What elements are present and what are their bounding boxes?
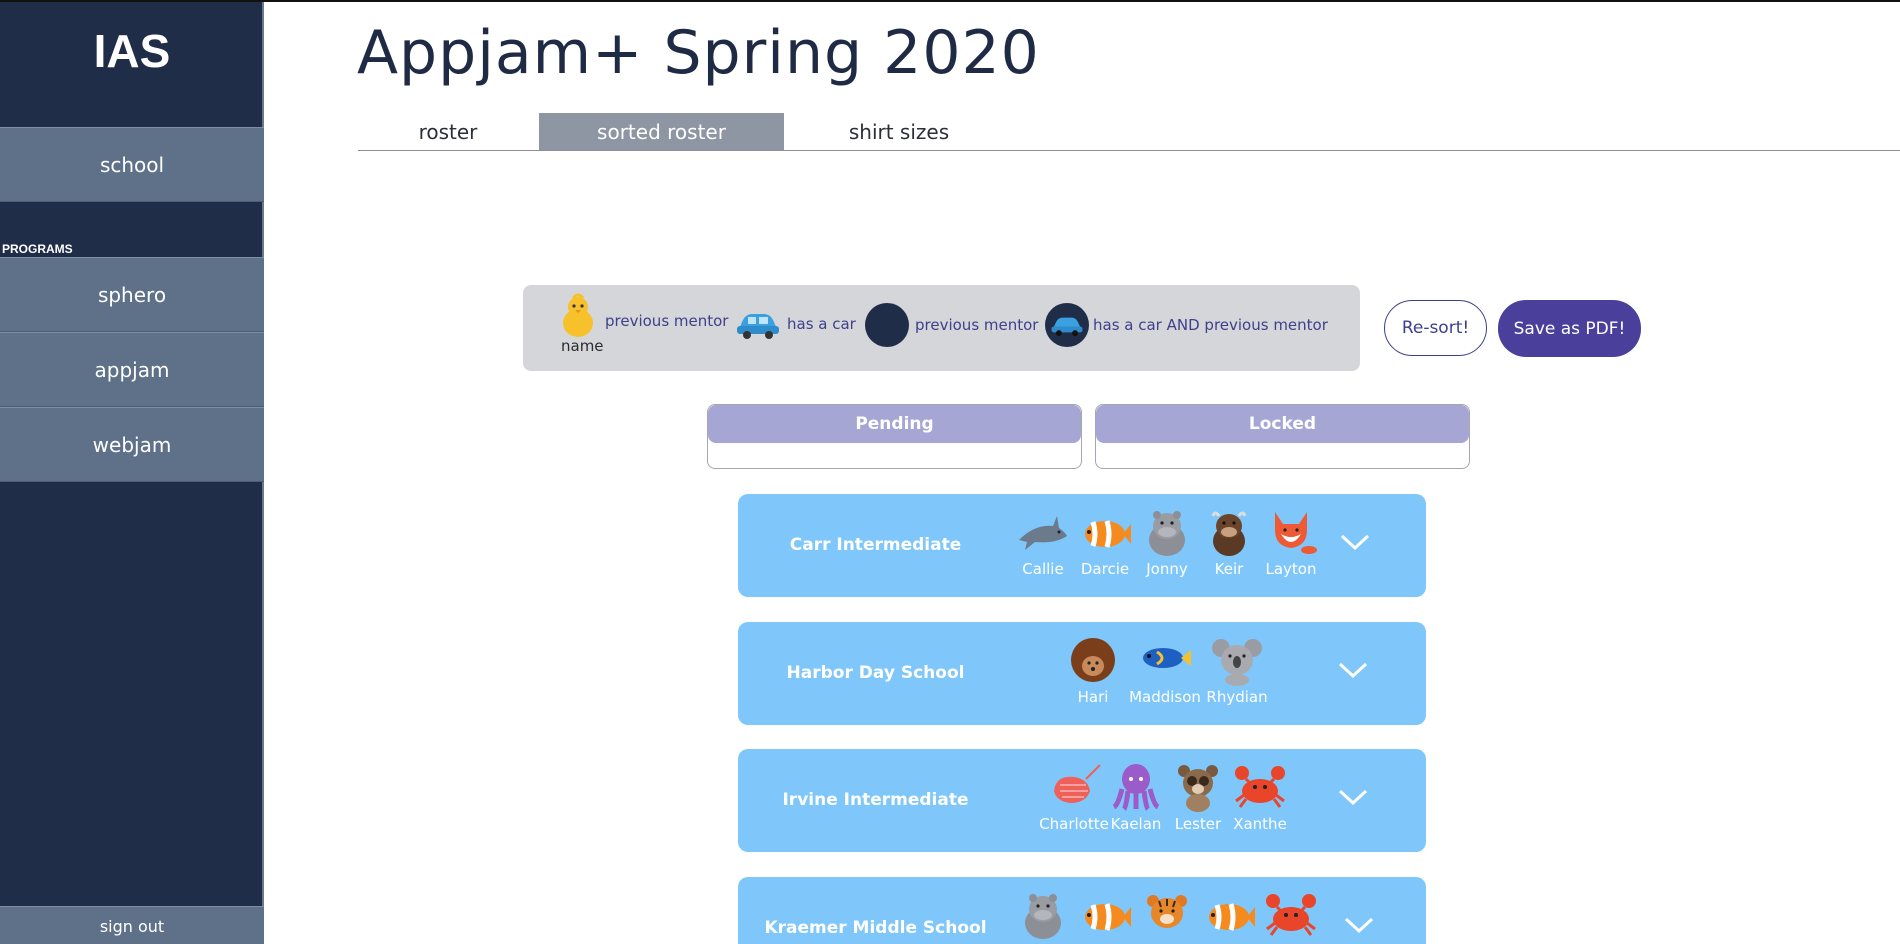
legend-has-car: has a car — [735, 309, 856, 339]
student-name: Xanthe — [1233, 815, 1287, 833]
hippo-icon — [1025, 894, 1061, 939]
student-name: Darcie — [1080, 560, 1130, 578]
chevron-down-icon[interactable] — [1344, 915, 1374, 935]
save-pdf-button[interactable]: Save as PDF! — [1498, 300, 1641, 357]
tab-sorted-roster[interactable]: sorted roster — [539, 113, 784, 150]
sidebar: IAS school PROGRAMS sphero appjam webjam… — [0, 2, 264, 944]
hedgehog-icon — [1071, 638, 1115, 682]
student-item[interactable] — [1136, 889, 1198, 941]
student-name: Jonny — [1146, 560, 1188, 578]
student-item[interactable] — [1260, 889, 1322, 941]
school-name: Kraemer Middle School — [764, 918, 987, 938]
tab-roster[interactable]: roster — [358, 113, 538, 150]
student-item[interactable] — [1012, 889, 1074, 941]
legend-car-and-prev: has a car AND previous mentor — [1045, 303, 1328, 347]
legend-name-caption: name — [561, 337, 604, 355]
resort-button[interactable]: Re-sort! — [1384, 300, 1487, 356]
school-card[interactable]: Harbor Day School Hari Maddison Rhydian — [738, 622, 1426, 725]
student-name: Hari — [1077, 688, 1109, 706]
crab-icon — [1266, 894, 1316, 936]
pending-panel[interactable]: Pending — [707, 404, 1082, 469]
school-card[interactable]: Kraemer Middle School — [738, 877, 1426, 944]
legend: previous mentor name has a car previous … — [523, 285, 1360, 371]
student-name: Rhydian — [1206, 688, 1268, 706]
student-item[interactable]: Xanthe — [1229, 761, 1291, 833]
lemur-icon — [1178, 765, 1218, 812]
tang-fish-icon — [1143, 648, 1191, 668]
shark-icon — [1019, 516, 1067, 550]
chevron-down-icon[interactable] — [1340, 532, 1370, 552]
legend-prev-mentor-circle: previous mentor — [865, 303, 1038, 347]
tab-shirt-sizes[interactable]: shirt sizes — [784, 113, 1014, 150]
legend-prev-mentor-label: previous mentor — [605, 312, 729, 330]
hippo-icon — [1149, 511, 1185, 556]
student-item[interactable]: Hari — [1062, 634, 1124, 706]
student-name: Layton — [1265, 560, 1317, 578]
sidebar-item-webjam[interactable]: webjam — [0, 407, 264, 482]
student-item[interactable]: Darcie — [1074, 506, 1136, 578]
bull-icon — [1211, 511, 1247, 556]
student-item[interactable]: Keir — [1198, 506, 1260, 578]
dark-circle-icon — [865, 303, 909, 347]
chick-icon — [563, 293, 593, 337]
shrimp-icon — [1054, 764, 1101, 803]
school-card[interactable]: Carr Intermediate Callie Darcie Jonny Ke… — [738, 494, 1426, 597]
sidebar-item-school[interactable]: school — [0, 127, 264, 202]
sidebar-item-sphero[interactable]: sphero — [0, 257, 264, 332]
student-item[interactable]: Maddison — [1129, 634, 1201, 706]
student-item[interactable]: Kaelan — [1105, 761, 1167, 833]
student-name: Keir — [1214, 560, 1244, 578]
sign-out-button[interactable]: sign out — [0, 906, 264, 944]
student-name: Callie — [1022, 560, 1064, 578]
student-item[interactable]: Jonny — [1136, 506, 1198, 578]
student-name: Kaelan — [1110, 815, 1162, 833]
page-title: Appjam+ Spring 2020 — [357, 18, 1040, 88]
top-border — [0, 0, 1900, 2]
student-item[interactable]: Rhydian — [1206, 634, 1268, 706]
octopus-icon — [1112, 764, 1160, 811]
legend-prev-mentor-chick: previous mentor — [559, 293, 728, 339]
chevron-down-icon[interactable] — [1338, 787, 1368, 807]
pending-header: Pending — [708, 405, 1081, 443]
tab-bar: roster sorted roster shirt sizes — [358, 113, 1900, 151]
crab-icon — [1235, 766, 1285, 808]
locked-header: Locked — [1096, 405, 1469, 443]
tiger-icon — [1147, 895, 1187, 928]
student-item[interactable] — [1074, 889, 1136, 941]
student-item[interactable] — [1198, 889, 1260, 941]
student-item[interactable]: Callie — [1012, 506, 1074, 578]
car-icon — [737, 314, 779, 339]
clownfish-icon — [1085, 903, 1131, 931]
clownfish-icon — [1085, 520, 1131, 548]
sidebar-item-appjam[interactable]: appjam — [0, 332, 264, 407]
app-logo: IAS — [93, 25, 171, 77]
school-name: Harbor Day School — [786, 663, 965, 683]
chevron-down-icon[interactable] — [1338, 660, 1368, 680]
legend-car-and-prev-label: has a car AND previous mentor — [1093, 316, 1328, 334]
student-name: Charlotte — [1039, 815, 1109, 833]
programs-section-label: PROGRAMS — [2, 242, 73, 256]
locked-panel[interactable]: Locked — [1095, 404, 1470, 469]
student-name: Lester — [1174, 815, 1222, 833]
legend-prev-mentor-2-label: previous mentor — [915, 316, 1039, 334]
school-card[interactable]: Irvine Intermediate Charlotte Kaelan Les… — [738, 749, 1426, 852]
student-item[interactable]: Layton — [1260, 506, 1322, 578]
legend-has-car-label: has a car — [787, 315, 856, 333]
student-name: Maddison — [1129, 688, 1201, 706]
clownfish-icon — [1209, 903, 1255, 931]
student-item[interactable]: Lester — [1167, 761, 1229, 833]
student-item[interactable]: Charlotte — [1039, 761, 1109, 833]
fox-icon — [1275, 512, 1317, 554]
school-name: Carr Intermediate — [789, 535, 962, 555]
school-name: Irvine Intermediate — [782, 790, 969, 810]
koala-icon — [1212, 639, 1262, 686]
dark-circle-car-icon — [1045, 303, 1089, 347]
